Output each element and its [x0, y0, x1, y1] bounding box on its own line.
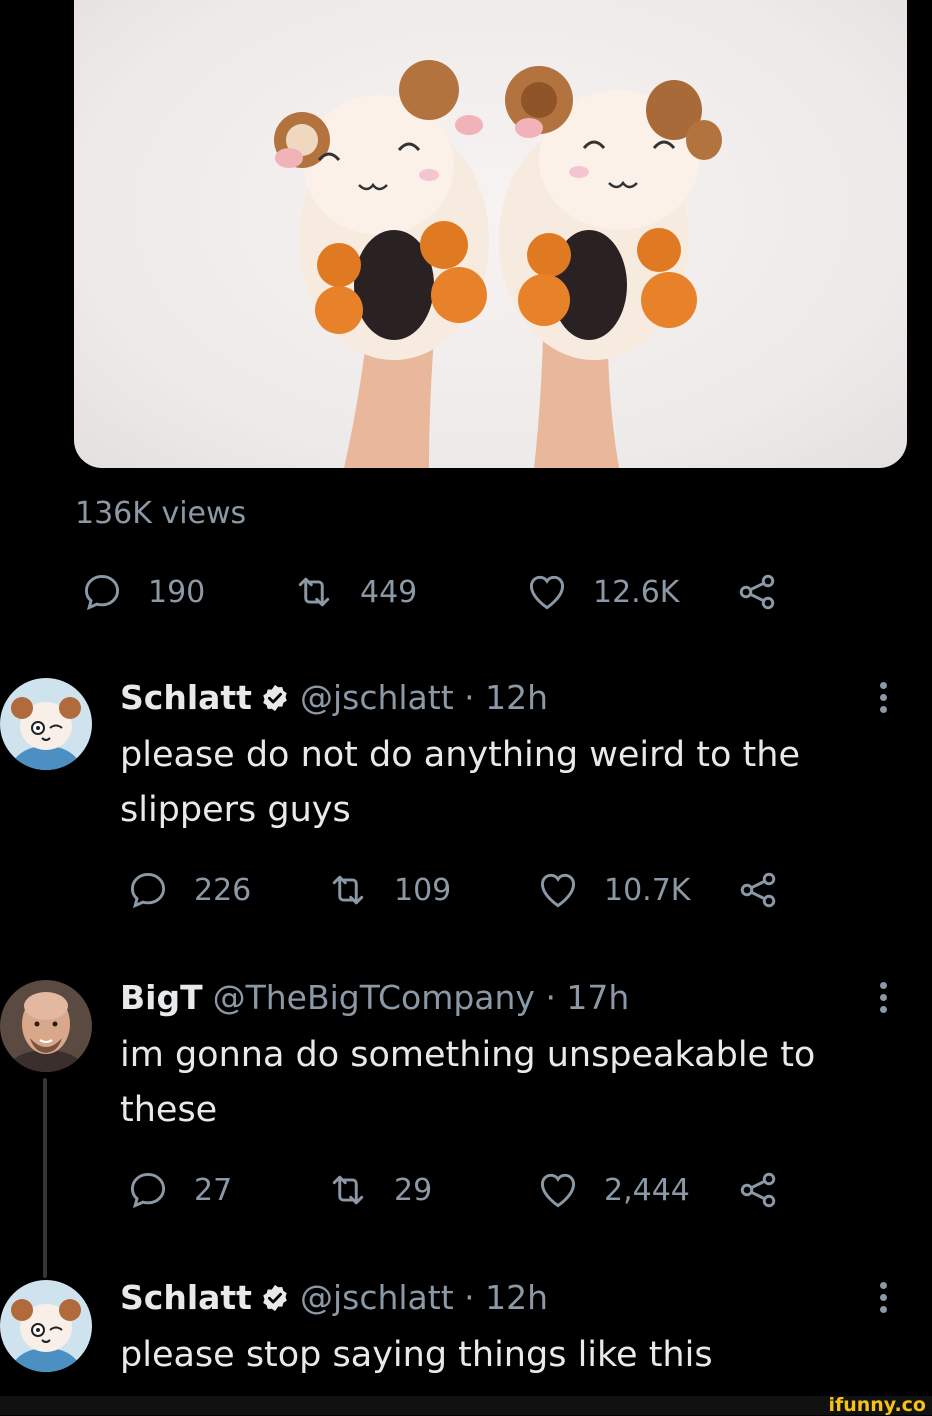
more-options-button[interactable] — [876, 982, 890, 1018]
avatar[interactable] — [0, 1280, 92, 1372]
more-options-button[interactable] — [876, 1282, 890, 1318]
schlatt-ram-avatar-icon — [0, 678, 92, 770]
more-dot-icon — [879, 1294, 887, 1301]
more-dot-icon — [879, 1006, 887, 1013]
tweet-header: Schlatt @jschlatt · 12h — [120, 1278, 548, 1317]
retweet-button[interactable]: 449 — [292, 570, 525, 614]
share-button[interactable] — [736, 1168, 780, 1212]
share-icon — [740, 872, 776, 908]
retweet-count: 109 — [394, 872, 452, 908]
verified-badge-icon — [263, 684, 287, 711]
more-dot-icon — [879, 1282, 887, 1289]
reply-actions: 226 109 10.7K — [126, 868, 780, 912]
reply-icon — [130, 1172, 166, 1209]
like-count: 12.6K — [593, 574, 680, 610]
reply-count: 27 — [194, 1172, 233, 1208]
retweet-icon — [298, 577, 330, 607]
verified-badge-icon — [263, 1284, 287, 1311]
ram-slippers-illustration — [274, 60, 722, 468]
share-icon — [740, 1172, 776, 1208]
more-dot-icon — [879, 682, 887, 689]
reply-actions: 27 29 2,444 — [126, 1168, 780, 1212]
share-button[interactable] — [736, 868, 780, 912]
tweet-text: im gonna do something unspeakable to the… — [120, 1035, 816, 1130]
view-count: 136K views — [75, 496, 247, 531]
like-button[interactable]: 12.6K — [525, 570, 735, 614]
tweet-text: please stop saying things like this — [120, 1335, 713, 1375]
reply-icon — [130, 872, 166, 909]
main-tweet-actions: 190 449 12.6K — [80, 570, 779, 614]
share-icon — [739, 574, 775, 610]
retweet-icon — [332, 875, 364, 905]
handle-and-time[interactable]: @jschlatt · 12h — [300, 1278, 548, 1317]
more-dot-icon — [879, 694, 887, 701]
display-name[interactable]: Schlatt — [120, 1278, 252, 1317]
retweet-button[interactable]: 29 — [326, 1168, 536, 1212]
retweet-icon — [332, 1175, 364, 1205]
retweet-button[interactable]: 109 — [326, 868, 536, 912]
display-name[interactable]: Schlatt — [120, 678, 252, 717]
display-name[interactable]: BigT — [120, 978, 203, 1017]
like-count: 2,444 — [604, 1172, 690, 1208]
heart-icon — [540, 873, 576, 908]
more-dot-icon — [879, 982, 887, 989]
ifunny-watermark: ifunny.co — [828, 1394, 926, 1416]
reply-count: 226 — [194, 872, 252, 908]
reply-icon — [84, 574, 120, 611]
like-button[interactable]: 10.7K — [536, 868, 736, 912]
tweet-media-image[interactable] — [74, 0, 907, 468]
heart-icon — [529, 575, 565, 610]
like-button[interactable]: 2,444 — [536, 1168, 736, 1212]
handle-and-time[interactable]: @TheBigTCompany · 17h — [213, 978, 630, 1017]
reply-button[interactable]: 226 — [126, 868, 326, 912]
like-count: 10.7K — [604, 872, 691, 908]
more-dot-icon — [879, 994, 887, 1001]
handle-and-time[interactable]: @jschlatt · 12h — [300, 678, 548, 717]
retweet-count: 449 — [360, 574, 418, 610]
tweet-header: BigT @TheBigTCompany · 17h — [120, 978, 629, 1017]
avatar[interactable] — [0, 678, 92, 770]
share-button[interactable] — [735, 570, 779, 614]
retweet-count: 29 — [394, 1172, 433, 1208]
reply-button[interactable]: 27 — [126, 1168, 326, 1212]
tweet-text: please do not do anything weird to the s… — [120, 735, 800, 830]
reply-count: 190 — [148, 574, 206, 610]
bigt-profile-photo-icon — [0, 980, 92, 1072]
tweet-header: Schlatt @jschlatt · 12h — [120, 678, 548, 717]
more-dot-icon — [879, 1306, 887, 1313]
avatar[interactable] — [0, 980, 92, 1072]
reply-button[interactable]: 190 — [80, 570, 292, 614]
more-options-button[interactable] — [876, 682, 890, 718]
heart-icon — [540, 1173, 576, 1208]
watermark-bar — [0, 1396, 932, 1415]
more-dot-icon — [879, 706, 887, 713]
schlatt-ram-avatar-icon — [0, 1280, 92, 1372]
thread-line — [43, 1078, 47, 1278]
